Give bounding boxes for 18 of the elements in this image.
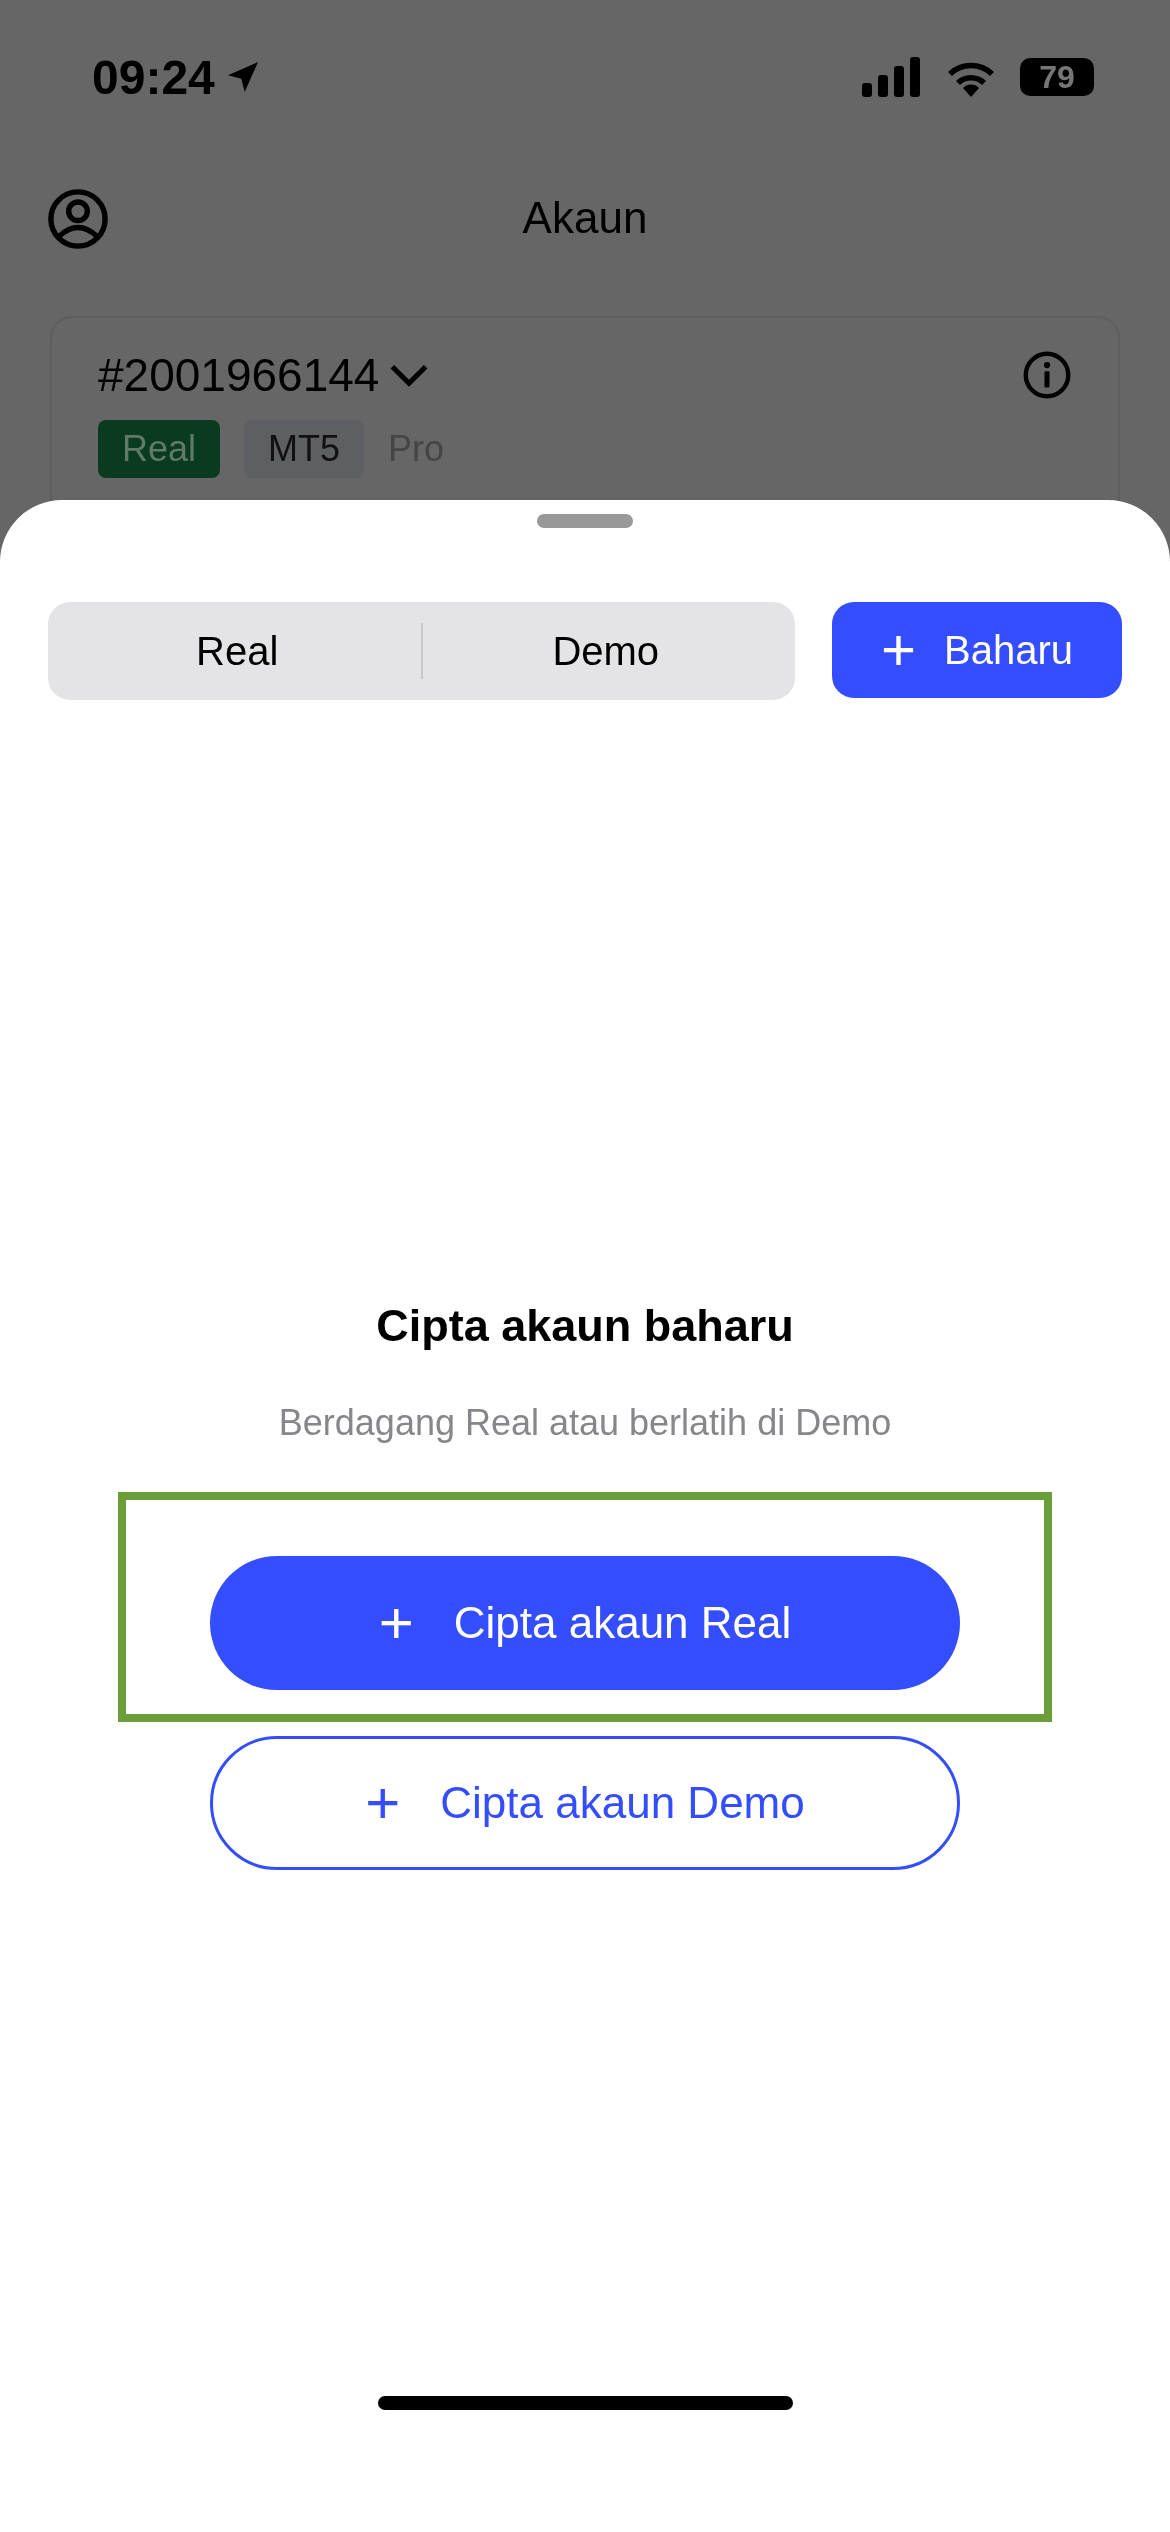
info-icon[interactable] <box>1022 350 1072 400</box>
create-account-button[interactable]: + Cipta akaun Demo <box>210 1736 960 1870</box>
segment-tab[interactable]: Real <box>54 608 421 694</box>
segment-tab[interactable]: Demo <box>422 608 789 694</box>
new-account-button[interactable]: + Baharu <box>832 602 1122 698</box>
account-tag: Real <box>98 420 221 478</box>
create-account-button[interactable]: + Cipta akaun Real <box>210 1556 960 1690</box>
account-tag: MT5 <box>244 420 365 478</box>
status-time: 09:24 <box>92 49 215 105</box>
profile-icon[interactable] <box>47 188 109 250</box>
sheet-handle[interactable] <box>537 514 633 528</box>
account-selector[interactable]: #2001966144 <box>98 348 430 402</box>
empty-state-subtitle: Berdagang Real atau berlatih di Demo <box>278 1402 892 1444</box>
signal-icon <box>862 57 922 97</box>
chevron-down-icon <box>389 363 430 387</box>
empty-state-title: Cipta akaun baharu <box>376 1300 794 1352</box>
battery-icon: 79 <box>1020 58 1094 96</box>
page-title: Akaun <box>522 192 648 243</box>
